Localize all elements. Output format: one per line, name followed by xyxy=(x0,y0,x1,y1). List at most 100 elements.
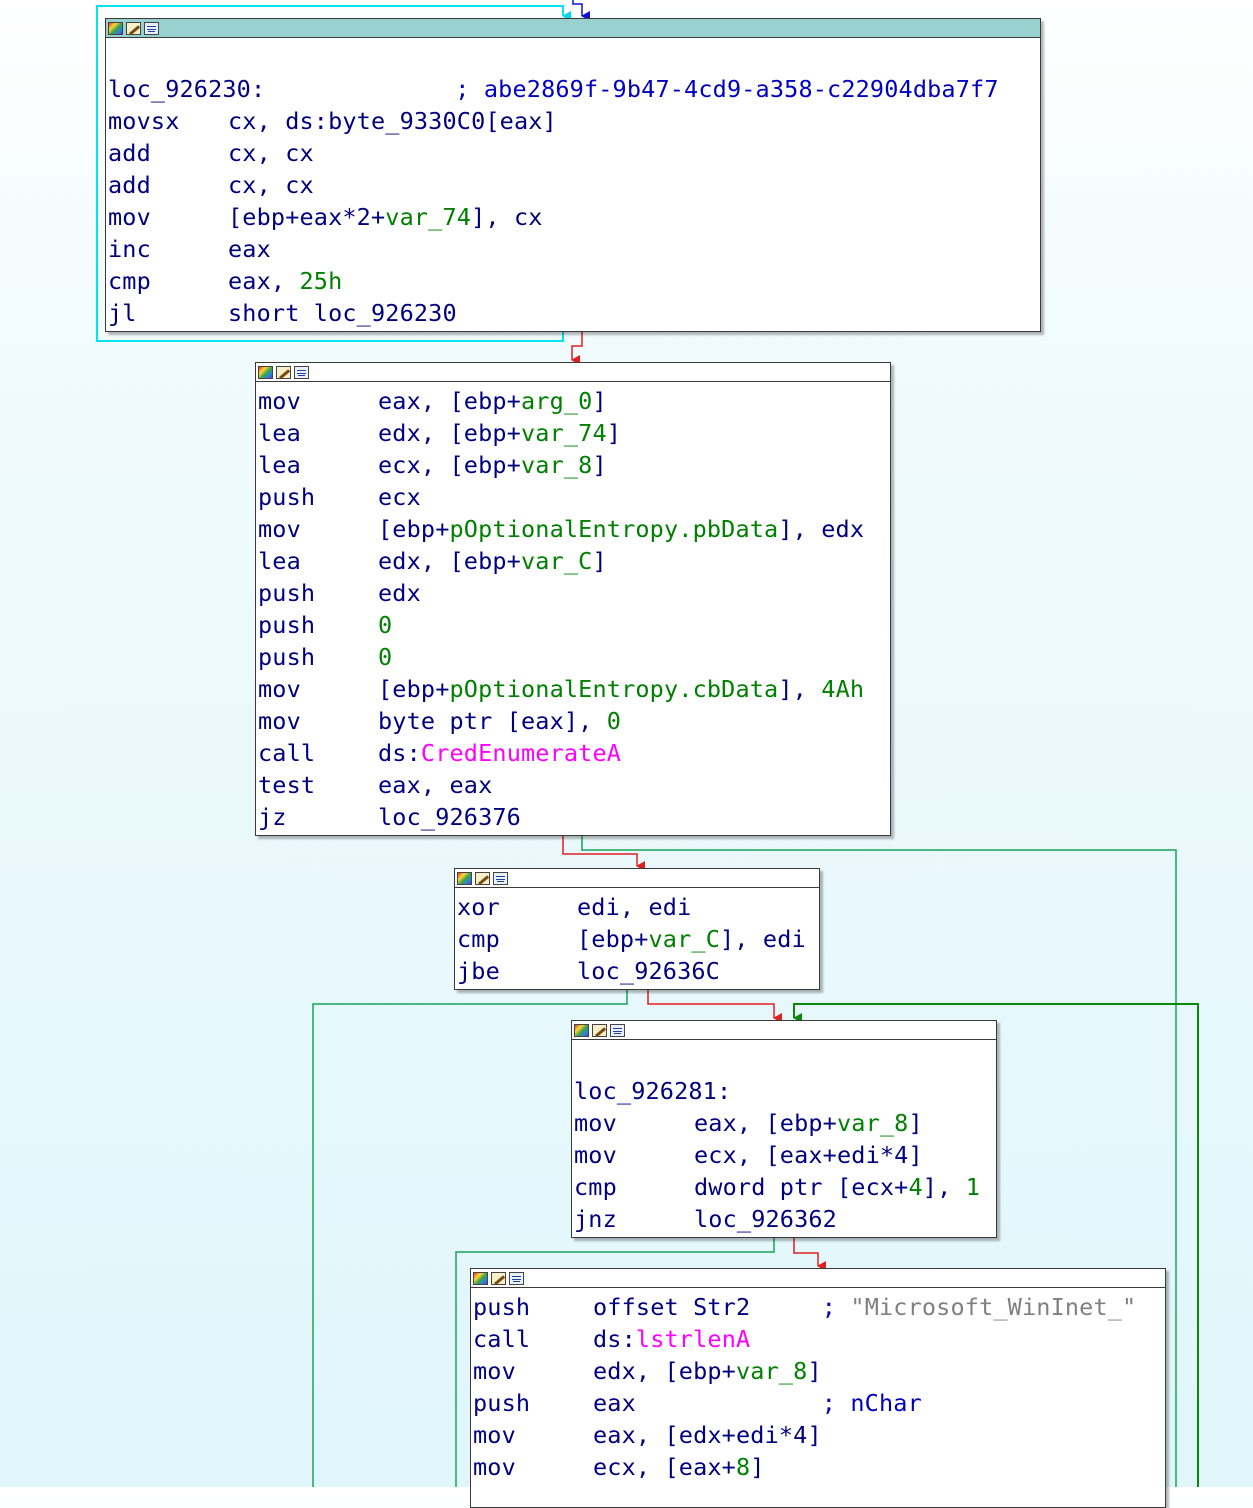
code-line[interactable]: mov eax, [ebp+var_8] xyxy=(574,1107,996,1139)
code-line[interactable]: movsx cx, ds:byte_9330C0[eax] xyxy=(108,105,1040,137)
code-block-926230[interactable]: loc_926230: ; abe2869f-9b47-4cd9-a358-c2… xyxy=(105,18,1041,332)
operand: ecx xyxy=(378,483,421,511)
operand-imp: lstrlenA xyxy=(635,1325,751,1353)
graph-view-icon[interactable] xyxy=(493,871,508,885)
operand: ], edx xyxy=(778,515,865,543)
code-line[interactable]: mov edx, [ebp+var_8] xyxy=(473,1355,1165,1387)
graph-view-icon[interactable] xyxy=(610,1023,625,1037)
code-line[interactable]: push edx xyxy=(258,577,890,609)
code-line[interactable]: test eax, eax xyxy=(258,769,890,801)
operand-var: var_8 xyxy=(520,451,593,479)
code-line[interactable]: add cx, cx xyxy=(108,169,1040,201)
code-block-926281[interactable]: loc_926281: mov eax, [ebp+var_8] mov ecx, [e… xyxy=(571,1020,997,1238)
operand-num: 0 xyxy=(606,707,622,735)
code-line[interactable]: push offset Str2 ; "Microsoft_WinInet_" xyxy=(473,1291,1165,1323)
code-line[interactable]: mov eax, [edx+edi*4] xyxy=(473,1419,1165,1451)
code-line[interactable]: call ds:CredEnumerateA xyxy=(258,737,890,769)
code-line[interactable]: xor edi, edi xyxy=(457,891,819,923)
code-line[interactable] xyxy=(574,1043,996,1075)
code-block-xor-edi[interactable]: xor edi, edi cmp [ebp+var_C], edi jbe loc_926… xyxy=(454,868,820,990)
code-line[interactable]: mov [ebp+pOptionalEntropy.pbData], edx xyxy=(258,513,890,545)
code-line[interactable]: mov [ebp+pOptionalEntropy.cbData], 4Ah xyxy=(258,673,890,705)
color-palette-icon[interactable] xyxy=(457,871,472,885)
edit-pencil-icon[interactable] xyxy=(126,21,141,35)
operand: ] xyxy=(606,419,622,447)
color-palette-icon[interactable] xyxy=(574,1023,589,1037)
graph-view-icon[interactable] xyxy=(509,1271,524,1285)
code-line[interactable]: mov [ebp+eax*2+var_74], cx xyxy=(108,201,1040,233)
code-line[interactable]: push eax ; nChar xyxy=(473,1387,1165,1419)
operand-num: 0 xyxy=(378,643,393,671)
code-line[interactable]: add cx, cx xyxy=(108,137,1040,169)
operand: eax, eax xyxy=(378,771,493,799)
mnemonic: mov xyxy=(574,1109,617,1137)
operand: eax, [edx+edi*4] xyxy=(593,1421,822,1449)
code-line[interactable]: cmp dword ptr [ecx+4], 1 xyxy=(574,1171,996,1203)
graph-view-icon[interactable] xyxy=(144,21,159,35)
code-line[interactable]: lea edx, [ebp+var_74] xyxy=(258,417,890,449)
code-line[interactable]: lea edx, [ebp+var_C] xyxy=(258,545,890,577)
code-block-lstrlen[interactable]: push offset Str2 ; "Microsoft_WinInet_" ca… xyxy=(470,1268,1166,1508)
operand: edx, [ebp+ xyxy=(593,1357,736,1385)
operand: ] xyxy=(750,1453,765,1481)
mnemonic: lea xyxy=(258,451,301,479)
code-line[interactable]: mov byte ptr [eax], 0 xyxy=(258,705,890,737)
mnemonic: lea xyxy=(258,419,301,447)
operand: eax xyxy=(593,1389,822,1417)
mnemonic: xor xyxy=(457,893,500,921)
mnemonic: inc xyxy=(108,235,151,263)
color-palette-icon[interactable] xyxy=(108,21,123,35)
edit-pencil-icon[interactable] xyxy=(276,365,291,379)
edge-fallthrough-2 xyxy=(562,836,645,871)
mnemonic: movsx xyxy=(108,107,180,135)
operand: edx, [ebp+ xyxy=(378,419,521,447)
code-line[interactable]: jl short loc_926230 xyxy=(108,297,1040,329)
code-line[interactable]: mov eax, [ebp+arg_0] xyxy=(258,385,890,417)
color-palette-icon[interactable] xyxy=(258,365,273,379)
code-line[interactable] xyxy=(108,41,1040,73)
code-line[interactable]: push 0 xyxy=(258,609,890,641)
code-line[interactable]: inc eax xyxy=(108,233,1040,265)
edit-pencil-icon[interactable] xyxy=(592,1023,607,1037)
mnemonic: mov xyxy=(473,1421,516,1449)
color-palette-icon[interactable] xyxy=(473,1271,488,1285)
code-line[interactable]: cmp eax, 25h xyxy=(108,265,1040,297)
operand: ] xyxy=(592,547,607,575)
code-line[interactable]: mov ecx, [eax+8] xyxy=(473,1451,1165,1483)
code-block-cred-enumerate[interactable]: mov eax, [ebp+arg_0] lea edx, [ebp+var_74] l… xyxy=(255,362,891,836)
code-line[interactable]: push ecx xyxy=(258,481,890,513)
operand-num: 25h xyxy=(299,267,343,295)
mnemonic: mov xyxy=(258,515,301,543)
code-line[interactable]: lea ecx, [ebp+var_8] xyxy=(258,449,890,481)
graph-view-icon[interactable] xyxy=(294,365,309,379)
code-line[interactable]: mov ecx, [eax+edi*4] xyxy=(574,1139,996,1171)
edit-pencil-icon[interactable] xyxy=(475,871,490,885)
code-line[interactable]: jnz loc_926362 xyxy=(574,1203,996,1235)
code-line[interactable]: loc_926230: ; abe2869f-9b47-4cd9-a358-c2… xyxy=(108,73,1040,105)
operand: eax, [ebp+ xyxy=(694,1109,837,1137)
operand: cx, ds:byte_9330C0[eax] xyxy=(228,107,557,135)
code-line[interactable]: jbe loc_92636C xyxy=(457,955,819,987)
mnemonic: cmp xyxy=(108,267,151,295)
code-line[interactable]: cmp [ebp+var_C], edi xyxy=(457,923,819,955)
operand: loc_926281: xyxy=(574,1077,732,1105)
code-line[interactable]: call ds:lstrlenA xyxy=(473,1323,1165,1355)
operand-var: var_8 xyxy=(836,1109,909,1137)
mnemonic: lea xyxy=(258,547,301,575)
operand-var: pOptionalEntropy.pbData xyxy=(449,515,779,543)
operand: ], cx xyxy=(471,203,543,231)
code-line[interactable]: push 0 xyxy=(258,641,890,673)
code-line[interactable]: loc_926281: xyxy=(574,1075,996,1107)
mnemonic: push xyxy=(258,483,316,511)
edit-pencil-icon[interactable] xyxy=(491,1271,506,1285)
mnemonic: jz xyxy=(258,803,287,831)
block-title-bar xyxy=(256,363,890,382)
operand: offset Str2 xyxy=(593,1293,822,1321)
operand: loc_926362 xyxy=(694,1205,837,1233)
operand-var: arg_0 xyxy=(520,387,593,415)
code-line[interactable]: jz loc_926376 xyxy=(258,801,890,833)
code-lines: mov eax, [ebp+arg_0] lea edx, [ebp+var_74] l… xyxy=(256,382,890,833)
operand: ecx, [eax+ xyxy=(593,1453,736,1481)
mnemonic: push xyxy=(258,611,316,639)
operand: eax, [ebp+ xyxy=(378,387,521,415)
